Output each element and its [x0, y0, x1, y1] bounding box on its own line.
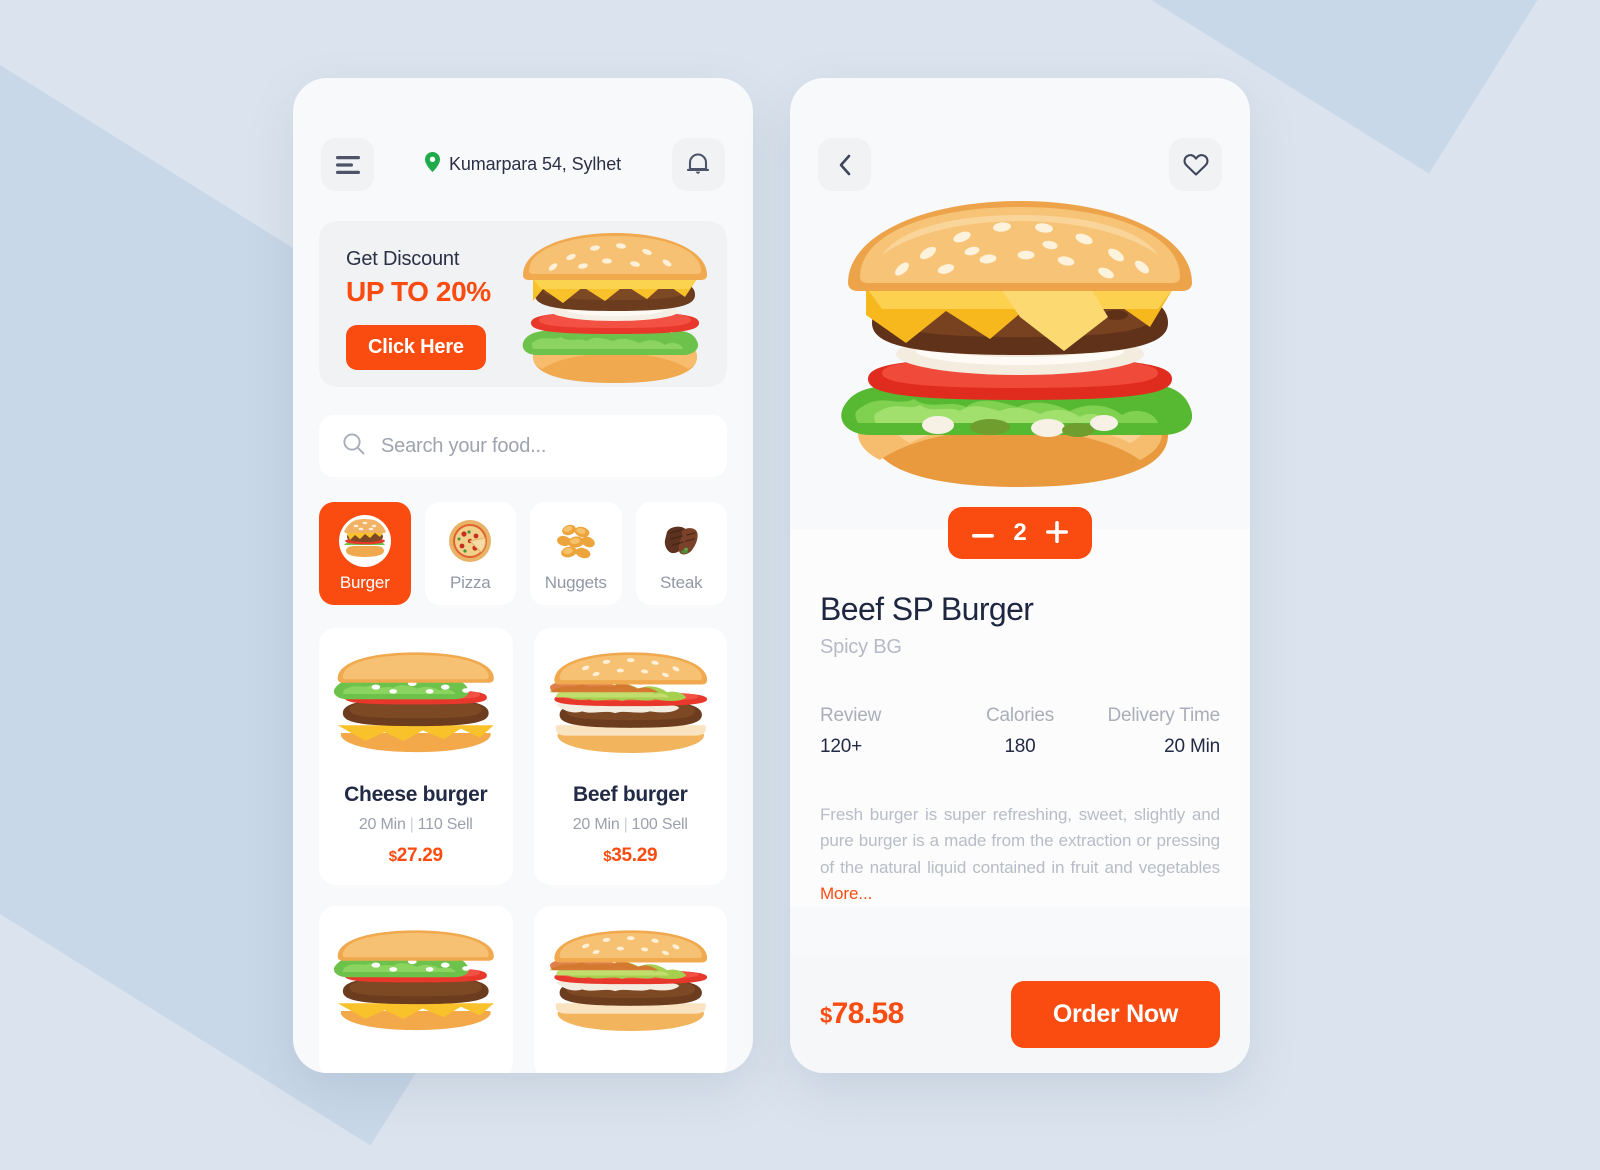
plus-icon: [1046, 520, 1068, 546]
stat-review: Review 120+: [820, 705, 953, 758]
stat-value: 180: [1004, 736, 1036, 757]
product-meta: 20 Min | 110 Sell: [329, 816, 503, 834]
delivery-address[interactable]: Kumarpara 54, Sylhet: [424, 152, 622, 177]
price-value: 27.29: [396, 845, 443, 866]
app-screenshot: Kumarpara 54, Sylhet Get Discount UP TO …: [0, 0, 1600, 1170]
product-subtitle: Spicy BG: [820, 636, 902, 658]
search-icon: [343, 432, 365, 460]
notification-button[interactable]: [671, 138, 725, 191]
hamburger-menu-icon: [335, 155, 360, 174]
stat-label: Delivery Time: [1107, 705, 1221, 726]
cheese-burger-photo: [329, 930, 503, 1054]
location-pin-icon: [424, 152, 440, 177]
stat-label: Calories: [985, 705, 1055, 726]
meta-separator: |: [623, 816, 628, 833]
heart-icon: [1183, 153, 1209, 177]
decrement-quantity-button[interactable]: [970, 520, 996, 546]
category-label: Burger: [339, 572, 390, 592]
currency-symbol: $: [820, 1003, 832, 1028]
burger-icon: [338, 514, 391, 567]
total-price: $78.58: [820, 997, 904, 1031]
back-button[interactable]: [818, 138, 871, 191]
beef-sp-burger-photo: [820, 197, 1220, 517]
description-text: Fresh burger is super refreshing, sweet,…: [820, 805, 1220, 877]
product-name: Cheese burger: [344, 783, 488, 806]
chevron-left-icon: [838, 154, 852, 176]
product-sold: 110 Sell: [417, 816, 473, 833]
product-time: 20 Min: [572, 816, 620, 833]
stat-value: 20 Min: [1164, 736, 1220, 757]
notification-bell-icon: [687, 152, 710, 177]
currency-symbol: $: [388, 848, 397, 865]
product-hero: 2: [790, 197, 1250, 559]
product-card[interactable]: [319, 906, 513, 1073]
cheese-burger-photo: [329, 652, 503, 776]
hamburger-menu-button[interactable]: [321, 138, 374, 191]
pizza-icon: [444, 515, 496, 567]
discount-banner-burger-image: [509, 231, 721, 387]
more-link[interactable]: More...: [820, 884, 872, 903]
category-item-nuggets[interactable]: Nuggets: [530, 502, 622, 605]
product-sold: 100 Sell: [631, 816, 688, 833]
favorite-button[interactable]: [1169, 138, 1222, 191]
category-item-burger[interactable]: Burger: [319, 502, 411, 605]
detail-topbar: [790, 78, 1250, 191]
increment-quantity-button[interactable]: [1044, 520, 1070, 546]
product-card[interactable]: Beef burger 20 Min | 100 Sell $35.29: [533, 628, 727, 885]
steak-icon: [655, 515, 707, 567]
category-item-steak[interactable]: Steak: [635, 502, 727, 605]
product-card[interactable]: [533, 906, 727, 1073]
quantity-value: 2: [1013, 519, 1027, 546]
product-stats: Review 120+ Calories 180 Delivery Time 2…: [820, 705, 1220, 758]
quantity-stepper: 2: [948, 507, 1092, 559]
search-bar[interactable]: [319, 415, 727, 477]
product-title: Beef SP Burger: [820, 591, 1034, 627]
product-grid: Cheese burger 20 Min | 110 Sell $27.29 B…: [319, 628, 727, 1073]
stat-value: 120+: [820, 736, 862, 757]
beef-burger-photo: [544, 930, 718, 1054]
home-screen-phone: Kumarpara 54, Sylhet Get Discount UP TO …: [293, 78, 753, 1073]
product-price: $35.29: [544, 845, 718, 867]
product-meta: 20 Min | 100 Sell: [544, 816, 718, 834]
delivery-address-text: Kumarpara 54, Sylhet: [448, 154, 622, 174]
category-label: Steak: [660, 572, 703, 592]
product-description: Fresh burger is super refreshing, sweet,…: [820, 802, 1220, 907]
order-footer: $78.58 Order Now: [790, 955, 1250, 1073]
product-time: 20 Min: [358, 816, 406, 833]
total-value: 78.58: [831, 997, 905, 1030]
stat-label: Review: [820, 705, 882, 726]
category-item-pizza[interactable]: Pizza: [424, 502, 516, 605]
product-detail-phone: 2 Beef SP Burger Spicy BG Review 120+ Ca…: [790, 78, 1250, 1073]
search-input[interactable]: [381, 434, 703, 458]
home-topbar: Kumarpara 54, Sylhet: [293, 78, 753, 191]
nuggets-icon: [550, 515, 602, 567]
beef-burger-photo: [544, 652, 718, 776]
product-name: Beef burger: [572, 783, 688, 806]
product-detail-body: Beef SP Burger Spicy BG Review 120+ Calo…: [790, 529, 1250, 908]
order-now-button[interactable]: Order Now: [1010, 980, 1220, 1048]
stat-calories: Calories 180: [953, 705, 1086, 758]
click-here-button[interactable]: Click Here: [346, 325, 486, 370]
category-label: Nuggets: [544, 572, 607, 592]
category-label: Pizza: [449, 572, 491, 592]
minus-icon: [972, 526, 994, 541]
product-price: $27.29: [329, 845, 503, 867]
price-value: 35.29: [611, 845, 658, 866]
meta-separator: |: [409, 816, 414, 833]
stat-delivery-time: Delivery Time 20 Min: [1087, 705, 1221, 758]
category-list: Burger Pizza Nuggets Steak: [319, 502, 727, 605]
product-card[interactable]: Cheese burger 20 Min | 110 Sell $27.29: [319, 628, 513, 885]
discount-banner: Get Discount UP TO 20% Click Here: [319, 221, 727, 387]
